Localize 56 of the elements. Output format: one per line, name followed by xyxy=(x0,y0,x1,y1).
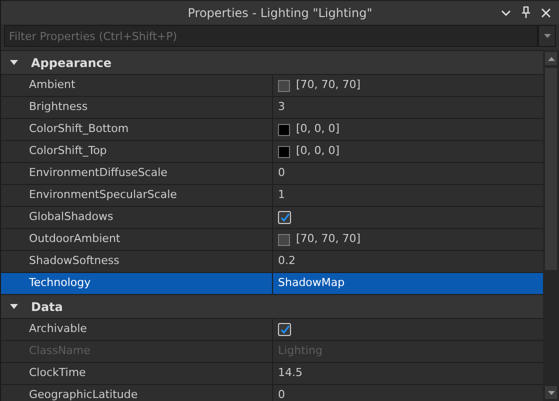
property-row[interactable]: ClockTime 14.5 xyxy=(1,363,543,385)
property-value: 0 xyxy=(278,387,285,401)
property-name: EnvironmentDiffuseScale xyxy=(29,165,168,182)
property-value: ShadowMap xyxy=(278,275,345,292)
property-name: Brightness xyxy=(29,99,88,116)
scroll-down-icon[interactable] xyxy=(548,390,554,394)
color-swatch[interactable] xyxy=(278,146,290,158)
window-title: Properties - Lighting "Lighting" xyxy=(188,4,372,22)
property-value: [70, 70, 70] xyxy=(296,231,361,248)
property-value: 1 xyxy=(278,187,285,204)
property-name: OutdoorAmbient xyxy=(29,231,120,248)
property-row[interactable]: OutdoorAmbient [70, 70, 70] xyxy=(1,229,543,251)
color-swatch[interactable] xyxy=(278,124,290,136)
checkbox[interactable] xyxy=(278,323,291,336)
section-header[interactable]: Data xyxy=(1,295,543,319)
property-value: [0, 0, 0] xyxy=(296,121,340,138)
property-name: GeographicLatitude xyxy=(29,387,138,401)
property-value: 14.5 xyxy=(278,365,302,382)
property-row[interactable]: EnvironmentDiffuseScale 0 xyxy=(1,163,543,185)
property-row[interactable]: EnvironmentSpecularScale 1 xyxy=(1,185,543,207)
property-name: Archivable xyxy=(29,321,87,338)
property-name: ShadowSoftness xyxy=(29,253,120,270)
property-value: 3 xyxy=(278,99,285,116)
property-name: ClockTime xyxy=(29,365,86,382)
section-title: Appearance xyxy=(31,54,112,72)
property-name: Ambient xyxy=(29,77,76,94)
scroll-up-icon[interactable] xyxy=(548,56,554,60)
section-header[interactable]: Appearance xyxy=(1,51,543,75)
property-row[interactable]: Brightness 3 xyxy=(1,97,543,119)
property-row[interactable]: Ambient [70, 70, 70] xyxy=(1,75,543,97)
property-row[interactable]: Archivable xyxy=(1,319,543,341)
close-icon[interactable] xyxy=(541,8,551,18)
filter-field[interactable]: Filter Properties (Ctrl+Shift+P) xyxy=(4,25,538,47)
property-value: [0, 0, 0] xyxy=(296,143,340,160)
property-value: 0.2 xyxy=(278,253,296,270)
property-name: ColorShift_Bottom xyxy=(29,121,129,138)
property-value: [70, 70, 70] xyxy=(296,77,361,94)
checkbox[interactable] xyxy=(278,211,291,224)
caret-down-icon[interactable] xyxy=(10,302,18,310)
property-row[interactable]: GlobalShadows xyxy=(1,207,543,229)
property-row[interactable]: Technology ShadowMap xyxy=(1,273,543,295)
property-name: EnvironmentSpecularScale xyxy=(29,187,177,204)
property-row[interactable]: ColorShift_Top [0, 0, 0] xyxy=(1,141,543,163)
caret-down-icon[interactable] xyxy=(10,58,18,66)
pin-icon[interactable] xyxy=(521,6,531,19)
property-name: ColorShift_Top xyxy=(29,143,107,160)
property-name: Technology xyxy=(29,275,91,292)
color-swatch[interactable] xyxy=(278,234,290,246)
property-row[interactable]: ColorShift_Bottom [0, 0, 0] xyxy=(1,119,543,141)
property-name: GlobalShadows xyxy=(29,209,114,226)
property-row[interactable]: ShadowSoftness 0.2 xyxy=(1,251,543,273)
property-value: 0 xyxy=(278,165,285,182)
scrollbar[interactable] xyxy=(543,50,559,401)
color-swatch[interactable] xyxy=(278,80,290,92)
section-title: Data xyxy=(31,298,63,316)
chevron-down-icon[interactable] xyxy=(501,8,511,18)
